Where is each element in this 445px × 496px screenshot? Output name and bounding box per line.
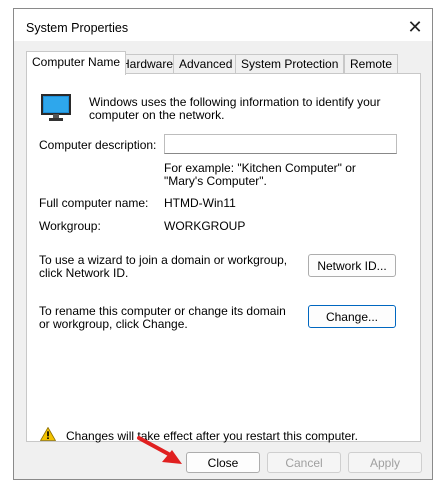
close-button[interactable]: Close — [186, 452, 260, 473]
title-bar: System Properties ✕ — [14, 9, 432, 41]
tab-remote[interactable]: Remote — [344, 54, 399, 74]
restart-warning-text: Changes will take effect after you resta… — [66, 429, 358, 443]
tab-advanced[interactable]: Advanced — [173, 54, 239, 74]
computer-description-label: Computer description: — [39, 138, 157, 152]
cancel-button[interactable]: Cancel — [267, 452, 341, 473]
network-id-button[interactable]: Network ID... — [308, 254, 396, 277]
rename-description: To rename this computer or change its do… — [39, 304, 286, 331]
description-example: For example: "Kitchen Computer" or "Mary… — [164, 161, 356, 188]
tab-system-protection[interactable]: System Protection — [235, 54, 345, 74]
change-button[interactable]: Change... — [308, 305, 396, 328]
close-icon[interactable]: ✕ — [404, 17, 426, 37]
monitor-icon — [41, 94, 71, 125]
workgroup-label: Workgroup: — [39, 219, 101, 233]
intro-text: Windows uses the following information t… — [89, 95, 381, 122]
full-computer-name-label: Full computer name: — [39, 196, 149, 210]
system-properties-window: System Properties ✕ Computer Name Hardwa… — [13, 8, 433, 480]
red-arrow-annotation — [136, 435, 186, 470]
tab-computer-name[interactable]: Computer Name — [26, 51, 127, 75]
computer-description-input[interactable] — [164, 134, 397, 154]
warning-icon — [39, 426, 57, 444]
full-computer-name-value: HTMD-Win11 — [164, 196, 236, 210]
network-id-description: To use a wizard to join a domain or work… — [39, 253, 288, 280]
apply-button[interactable]: Apply — [348, 452, 422, 473]
computer-name-panel: Windows uses the following information t… — [26, 73, 421, 444]
workgroup-value: WORKGROUP — [164, 219, 246, 233]
window-title: System Properties — [26, 21, 129, 35]
